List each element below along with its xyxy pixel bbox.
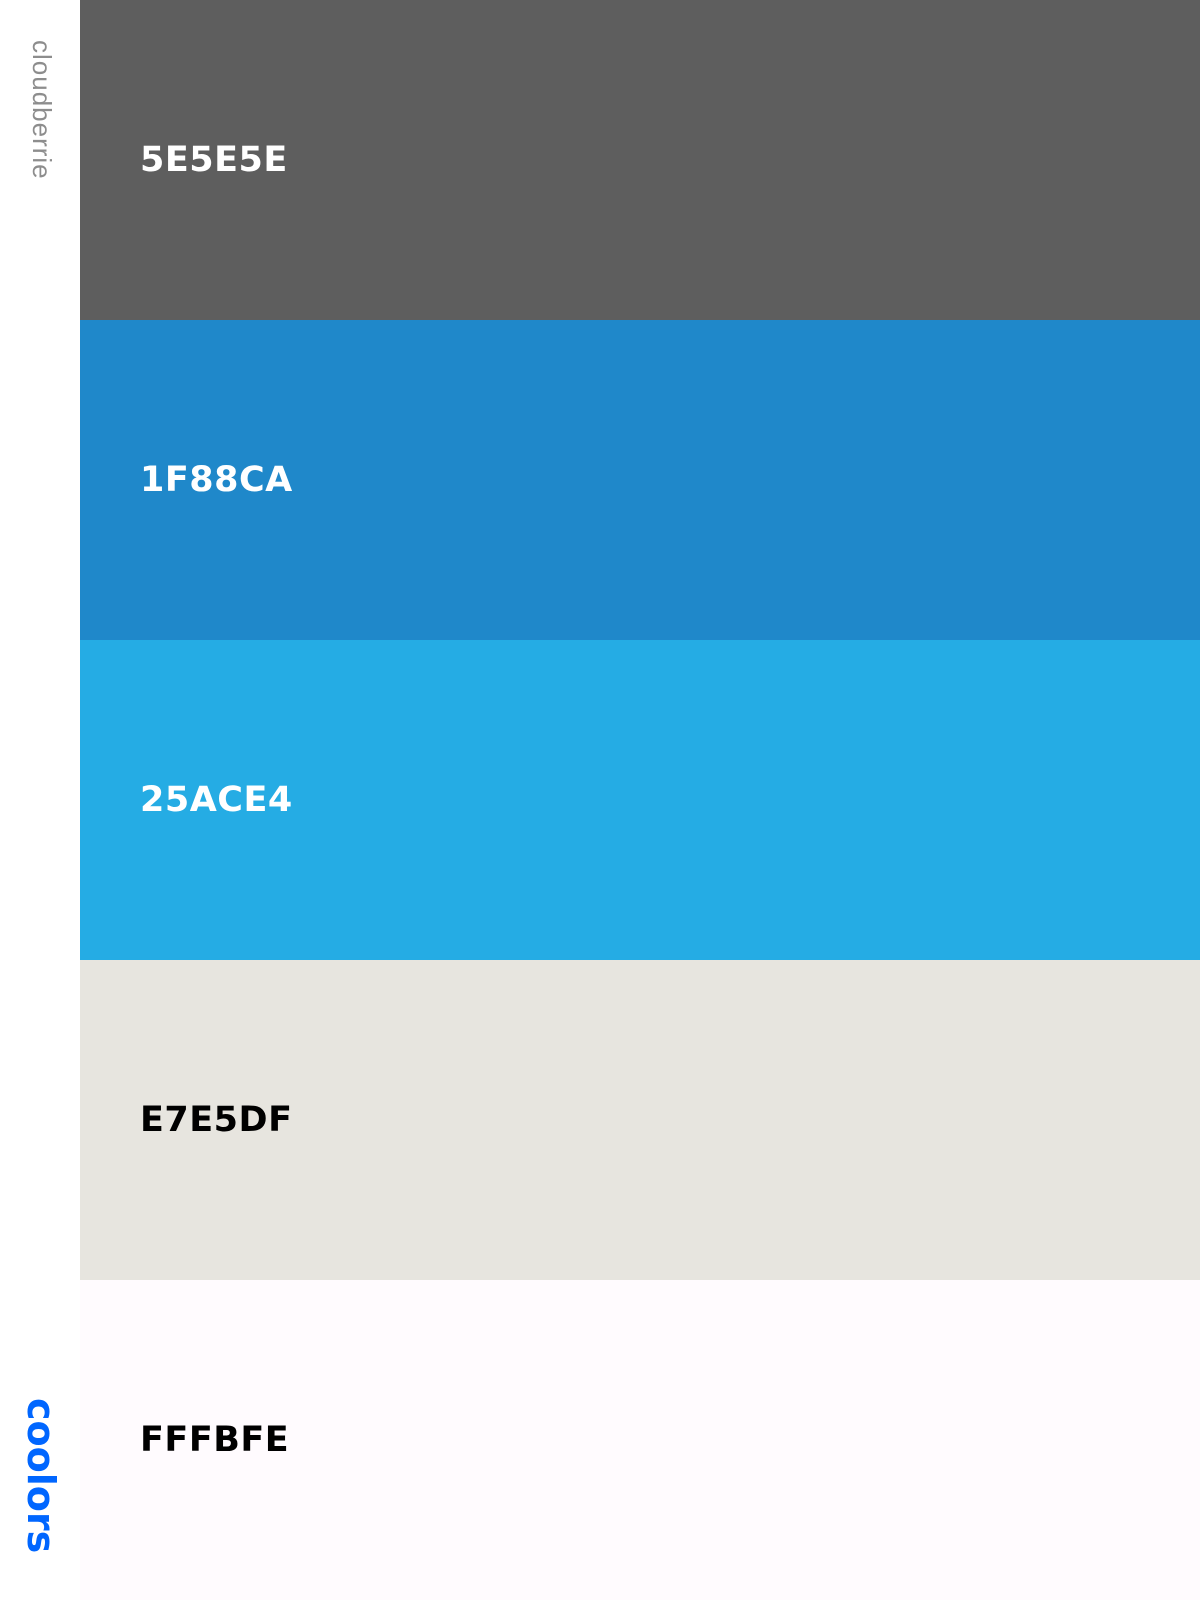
hex-code-label[interactable]: 1F88CA	[140, 460, 293, 500]
color-swatch-2[interactable]: 1F88CA	[80, 320, 1200, 640]
coolors-logo[interactable]: coolors	[19, 1398, 63, 1553]
sidebar: cloudberrie coolors	[0, 0, 80, 1600]
color-swatch-4[interactable]: E7E5DF	[80, 960, 1200, 1280]
palette-swatches: 5E5E5E 1F88CA 25ACE4 E7E5DF FFFBFE	[80, 0, 1200, 1600]
hex-code-label[interactable]: FFFBFE	[140, 1420, 289, 1460]
hex-code-label[interactable]: 25ACE4	[140, 780, 293, 820]
color-swatch-3[interactable]: 25ACE4	[80, 640, 1200, 960]
palette-name: cloudberrie	[27, 40, 57, 180]
color-swatch-1[interactable]: 5E5E5E	[80, 0, 1200, 320]
color-swatch-5[interactable]: FFFBFE	[80, 1280, 1200, 1600]
hex-code-label[interactable]: E7E5DF	[140, 1100, 293, 1140]
hex-code-label[interactable]: 5E5E5E	[140, 140, 288, 180]
